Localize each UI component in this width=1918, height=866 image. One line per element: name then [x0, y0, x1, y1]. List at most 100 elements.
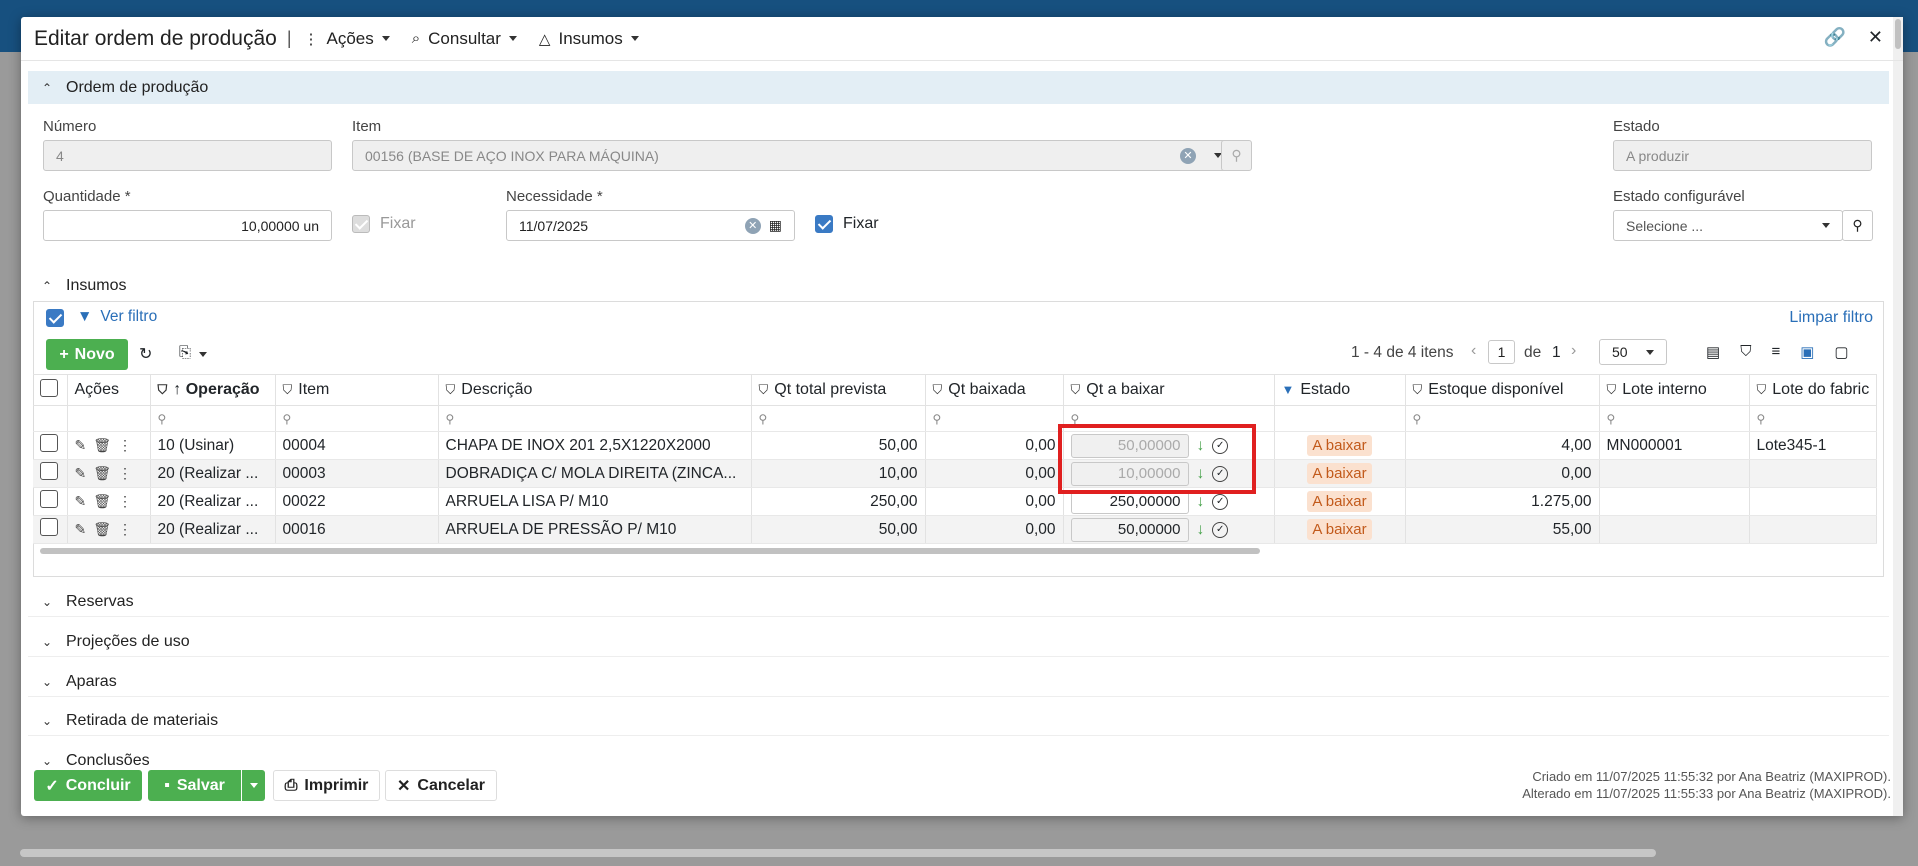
salvar-dropdown-button[interactable]	[242, 770, 265, 801]
filter-cell[interactable]: ⚲	[751, 405, 926, 432]
trash-icon[interactable]: 🗑	[93, 521, 118, 537]
arrow-down-icon[interactable]: ↓	[1197, 493, 1205, 510]
link-icon[interactable]: 🔗	[1823, 27, 1845, 48]
limpar-filtro-link[interactable]: Limpar filtro	[1789, 309, 1873, 327]
row-actions: ✎🗑⋮	[67, 459, 151, 488]
cell-lote-fabric	[1749, 515, 1878, 544]
novo-label: Novo	[74, 345, 115, 363]
table-row[interactable]: ✎🗑⋮ 20 (Realizar ... 00022 ARRUELA LISA …	[33, 487, 1878, 516]
row-checkbox[interactable]	[33, 459, 68, 488]
page-size-select[interactable]: 50	[1599, 339, 1667, 365]
calendar-icon[interactable]: ▦	[769, 217, 782, 234]
col-qt-total-label: Qt total prevista	[774, 381, 887, 398]
trash-icon[interactable]: 🗑	[93, 493, 118, 509]
prev-page-icon[interactable]: ‹	[1471, 342, 1476, 360]
more-vertical-icon[interactable]: ⋮	[118, 493, 139, 509]
numero-label: Número	[43, 118, 97, 135]
novo-button[interactable]: + Novo	[46, 339, 128, 370]
clear-icon[interactable]: ✕	[744, 217, 761, 234]
more-vertical-icon[interactable]: ⋮	[118, 521, 139, 537]
concluir-button[interactable]: ✓ Concluir	[34, 770, 142, 801]
filter-cell[interactable]: ⚲	[150, 405, 276, 432]
trash-icon[interactable]: 🗑	[93, 465, 118, 481]
menu-acoes[interactable]: ⋮ Ações	[304, 29, 390, 49]
more-vertical-icon[interactable]: ⋮	[118, 465, 139, 481]
section-retirada-header[interactable]: ⌄ Retirada de materiais	[28, 706, 1889, 736]
file-icon[interactable]: ▢	[1834, 343, 1848, 361]
filter-cell[interactable]: ⚲	[275, 405, 439, 432]
item-field[interactable]: 00156 (BASE DE AÇO INOX PARA MÁQUINA) ✕	[352, 140, 1235, 171]
filter-row: ⚲ ⚲ ⚲ ⚲ ⚲ ⚲ ⚲ ⚲ ⚲	[33, 405, 1878, 432]
more-vertical-icon[interactable]: ⋮	[118, 437, 139, 453]
menu-insumos[interactable]: △ Insumos	[539, 29, 639, 49]
col-lote-fabric[interactable]: ⛉ Lote do fabric	[1749, 374, 1878, 406]
background-scrollbar[interactable]	[20, 849, 1656, 857]
edit-icon[interactable]: ✎	[75, 465, 94, 481]
section-insumos-header[interactable]: ⌃ Insumos	[28, 271, 1889, 301]
estado-configuravel-search-button[interactable]: ⚲	[1842, 210, 1873, 241]
fixar-quantidade-checkbox[interactable]: Fixar	[352, 215, 416, 233]
row-checkbox[interactable]	[33, 515, 68, 544]
filter-cell[interactable]: ⚲	[438, 405, 752, 432]
col-operacao[interactable]: ⛉ ↑ Operação	[150, 374, 276, 406]
caret-down-icon	[1646, 349, 1654, 355]
columns-icon[interactable]: ▤	[1706, 343, 1720, 361]
table-row[interactable]: ✎🗑⋮ 10 (Usinar) 00004 CHAPA DE INOX 201 …	[33, 431, 1878, 460]
page-input[interactable]: 1	[1488, 340, 1515, 364]
filter-cell[interactable]: ⚲	[1749, 405, 1878, 432]
save-layout-icon[interactable]: ▣	[1800, 343, 1814, 361]
col-qt-a-baixar[interactable]: ⛉ Qt a baixar	[1063, 374, 1275, 406]
col-descricao[interactable]: ⛉ Descrição	[438, 374, 752, 406]
export-icon[interactable]: ⎘	[179, 344, 208, 361]
edit-icon[interactable]: ✎	[75, 521, 94, 537]
trash-icon[interactable]: 🗑	[93, 437, 118, 453]
ver-filtro-link[interactable]: ▼ Ver filtro	[77, 308, 157, 326]
section-reservas-header[interactable]: ⌄ Reservas	[28, 587, 1889, 617]
modal-scrollbar[interactable]	[1893, 17, 1903, 816]
section-ordem-title: Ordem de produção	[66, 78, 209, 96]
quantidade-input[interactable]: 10,00000 un	[43, 210, 332, 241]
filter-cell[interactable]: ⚲	[925, 405, 1064, 432]
necessidade-input[interactable]: 11/07/2025 ✕ ▦	[506, 210, 795, 241]
toggle-filter-checkbox[interactable]	[46, 309, 64, 327]
col-qt-baixada[interactable]: ⛉ Qt baixada	[925, 374, 1064, 406]
col-estado[interactable]: ▼ Estado	[1274, 374, 1406, 406]
filter-cell	[67, 405, 151, 432]
filter-cell[interactable]: ⚲	[1405, 405, 1600, 432]
row-checkbox[interactable]	[33, 487, 68, 516]
close-icon[interactable]: ✕	[1868, 27, 1883, 48]
row-checkbox[interactable]	[33, 431, 68, 460]
table-row[interactable]: ✎🗑⋮ 20 (Realizar ... 00003 DOBRADIÇA C/ …	[33, 459, 1878, 488]
filter-outline-icon[interactable]: ⛉	[1740, 343, 1751, 361]
estado-configuravel-select[interactable]: Selecione ...	[1613, 210, 1843, 241]
section-ordem-header[interactable]: ⌃ Ordem de produção	[28, 71, 1889, 104]
qt-a-baixar-input[interactable]: 50,00000	[1070, 517, 1189, 542]
check-circle-icon[interactable]: ✓	[1212, 521, 1229, 538]
item-search-button[interactable]: ⚲	[1221, 140, 1252, 171]
col-qt-total[interactable]: ⛉ Qt total prevista	[751, 374, 926, 406]
salvar-button[interactable]: ▪ Salvar	[148, 770, 241, 801]
imprimir-button[interactable]: ⎙ Imprimir	[273, 770, 380, 801]
col-item[interactable]: ⛉ Item	[275, 374, 439, 406]
edit-icon[interactable]: ✎	[75, 493, 94, 509]
arrow-down-icon[interactable]: ↓	[1197, 521, 1205, 538]
section-aparas-header[interactable]: ⌄ Aparas	[28, 667, 1889, 697]
filter-cell[interactable]: ⚲	[1599, 405, 1750, 432]
sort-icon[interactable]: ≡	[1771, 343, 1780, 361]
table-horizontal-scrollbar[interactable]	[40, 548, 1260, 554]
table-row[interactable]: ✎🗑⋮ 20 (Realizar ... 00016 ARRUELA DE PR…	[33, 515, 1878, 544]
col-lote-interno[interactable]: ⛉ Lote interno	[1599, 374, 1750, 406]
fixar-necessidade-checkbox[interactable]: Fixar	[815, 215, 879, 233]
menu-consultar[interactable]: ⌕ Consultar	[412, 29, 517, 49]
edit-icon[interactable]: ✎	[75, 437, 94, 453]
next-page-icon[interactable]: ›	[1571, 342, 1576, 360]
check-circle-icon[interactable]: ✓	[1212, 493, 1229, 510]
refresh-icon[interactable]: ↻	[139, 344, 152, 364]
cancelar-button[interactable]: ✕ Cancelar	[385, 770, 497, 801]
cell-qt-baixada: 0,00	[925, 487, 1064, 516]
page-of: de	[1524, 344, 1542, 361]
select-all-cell[interactable]	[33, 374, 68, 406]
section-projecoes-header[interactable]: ⌄ Projeções de uso	[28, 627, 1889, 657]
clear-icon[interactable]: ✕	[1180, 147, 1196, 164]
col-estoque[interactable]: ⛉ Estoque disponível	[1405, 374, 1600, 406]
